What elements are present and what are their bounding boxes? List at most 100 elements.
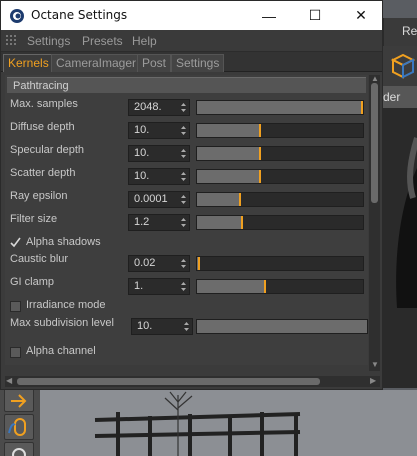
spinner-icon[interactable] xyxy=(180,124,187,137)
label-irradiance-mode: Irradiance mode xyxy=(26,299,106,311)
alpha-shadows-checkbox[interactable] xyxy=(10,237,21,248)
close-icon: ✕ xyxy=(355,7,367,23)
slider-fill xyxy=(197,193,240,206)
scroll-up-icon[interactable]: ▲ xyxy=(371,75,379,83)
slider-knob[interactable] xyxy=(361,101,363,114)
slider-knob[interactable] xyxy=(239,193,241,206)
slider-fill xyxy=(197,320,367,333)
label-caustic-blur: Caustic blur xyxy=(10,253,69,265)
window-title: Octane Settings xyxy=(31,8,128,22)
background-viewport xyxy=(383,108,417,388)
menu-presets[interactable]: Presets xyxy=(82,34,123,48)
max-subdivision-level-slider[interactable] xyxy=(196,319,368,334)
tab-kernels[interactable]: Kernels xyxy=(3,54,54,72)
gi-clamp-field[interactable]: 1. xyxy=(128,278,190,295)
gi-clamp-value: 1. xyxy=(134,280,144,292)
spinner-icon[interactable] xyxy=(180,147,187,160)
label-ray-epsilon: Ray epsilon xyxy=(10,190,68,202)
section-pathtracing[interactable]: Pathtracing xyxy=(7,77,366,93)
spinner-icon[interactable] xyxy=(180,193,187,206)
viewport-graphic xyxy=(383,108,417,388)
background-toolbar-text: Re xyxy=(402,24,417,38)
diffuse-depth-slider[interactable] xyxy=(196,123,364,138)
scatter-depth-field[interactable]: 10. xyxy=(128,168,190,185)
vertical-scrollbar[interactable]: ▲ ▼ xyxy=(369,75,380,371)
slider-fill xyxy=(197,124,260,137)
specular-depth-slider[interactable] xyxy=(196,146,364,161)
scroll-left-icon[interactable]: ◀ xyxy=(6,377,12,385)
menu-help[interactable]: Help xyxy=(132,34,157,48)
maximize-button[interactable]: ☐ xyxy=(292,1,338,30)
label-filter-size: Filter size xyxy=(10,213,58,225)
slider-fill xyxy=(197,147,260,160)
slider-knob[interactable] xyxy=(259,170,261,183)
filter-size-field[interactable]: 1.2 xyxy=(128,214,190,231)
caustic-blur-value: 0.02 xyxy=(134,257,156,269)
caustic-blur-field[interactable]: 0.02 xyxy=(128,255,190,272)
tab-cameraimager[interactable]: CameraImager xyxy=(51,54,142,72)
slider-knob[interactable] xyxy=(198,257,200,270)
specular-depth-field[interactable]: 10. xyxy=(128,145,190,162)
cinema4d-app-icon xyxy=(10,9,24,23)
tab-settings[interactable]: Settings xyxy=(171,54,225,72)
spinner-icon[interactable] xyxy=(183,320,190,333)
close-button[interactable]: ✕ xyxy=(338,1,384,30)
fence-tree-graphic xyxy=(0,390,417,456)
max-samples-slider[interactable] xyxy=(196,100,364,115)
slider-fill xyxy=(197,101,363,114)
maximize-icon: ☐ xyxy=(308,7,322,23)
vertical-scroll-thumb[interactable] xyxy=(371,83,378,203)
tab-post[interactable]: Post xyxy=(137,54,172,72)
ray-epsilon-value: 0.0001 xyxy=(134,193,168,205)
max-samples-field[interactable]: 2048. xyxy=(128,99,190,116)
diffuse-depth-field[interactable]: 10. xyxy=(128,122,190,139)
gi-clamp-slider[interactable] xyxy=(196,279,364,294)
scene-tool-icon[interactable] xyxy=(4,442,34,456)
spinner-icon[interactable] xyxy=(180,216,187,229)
scatter-depth-slider[interactable] xyxy=(196,169,364,184)
filter-size-value: 1.2 xyxy=(134,216,150,228)
label-specular-depth: Specular depth xyxy=(10,144,84,156)
horizontal-scrollbar[interactable]: ◀ ▶ xyxy=(5,376,380,387)
scatter-depth-value: 10. xyxy=(134,170,150,182)
ray-epsilon-slider[interactable] xyxy=(196,192,364,207)
filter-size-slider[interactable] xyxy=(196,215,364,230)
grip-icon[interactable] xyxy=(6,35,18,47)
max-samples-value: 2048. xyxy=(134,101,162,113)
irradiance-mode-checkbox[interactable] xyxy=(10,301,21,312)
menu-bar: Settings Presets Help xyxy=(1,30,382,52)
tab-bar: Kernels CameraImager Post Settings xyxy=(1,52,382,72)
label-diffuse-depth: Diffuse depth xyxy=(10,121,75,133)
minimize-icon: — xyxy=(262,7,276,24)
horizontal-scroll-thumb[interactable] xyxy=(17,378,320,385)
label-alpha-channel: Alpha channel xyxy=(26,345,96,357)
spinner-icon[interactable] xyxy=(180,170,187,183)
spinner-icon[interactable] xyxy=(180,101,187,114)
background-panel-label: der xyxy=(383,86,417,108)
max-subdivision-level-field[interactable]: 10. xyxy=(131,318,193,335)
slider-knob[interactable] xyxy=(241,216,243,229)
slider-knob[interactable] xyxy=(259,147,261,160)
ray-epsilon-field[interactable]: 0.0001 xyxy=(128,191,190,208)
minimize-button[interactable]: — xyxy=(246,1,292,30)
scroll-right-icon[interactable]: ▶ xyxy=(370,377,376,385)
max-subdivision-level-value: 10. xyxy=(137,320,153,332)
spinner-icon[interactable] xyxy=(180,280,187,293)
slider-knob[interactable] xyxy=(259,124,261,137)
alpha-channel-checkbox[interactable] xyxy=(10,347,21,358)
specular-depth-value: 10. xyxy=(134,147,150,159)
diffuse-depth-value: 10. xyxy=(134,124,150,136)
label-gi-clamp: GI clamp xyxy=(10,276,55,288)
label-scatter-depth: Scatter depth xyxy=(10,167,76,179)
menu-settings[interactable]: Settings xyxy=(27,34,70,48)
label-max-samples: Max. samples xyxy=(10,98,78,110)
mouse-tool-icon[interactable] xyxy=(4,414,34,440)
caustic-blur-slider[interactable] xyxy=(196,256,364,271)
spinner-icon[interactable] xyxy=(180,257,187,270)
slider-knob[interactable] xyxy=(264,280,266,293)
background-scene xyxy=(0,390,417,456)
scroll-down-icon[interactable]: ▼ xyxy=(371,361,379,369)
label-max-subdivision-level: Max subdivision level xyxy=(10,317,114,329)
title-bar[interactable]: Octane Settings — ☐ ✕ xyxy=(1,1,382,30)
cube-icon[interactable] xyxy=(387,50,417,86)
